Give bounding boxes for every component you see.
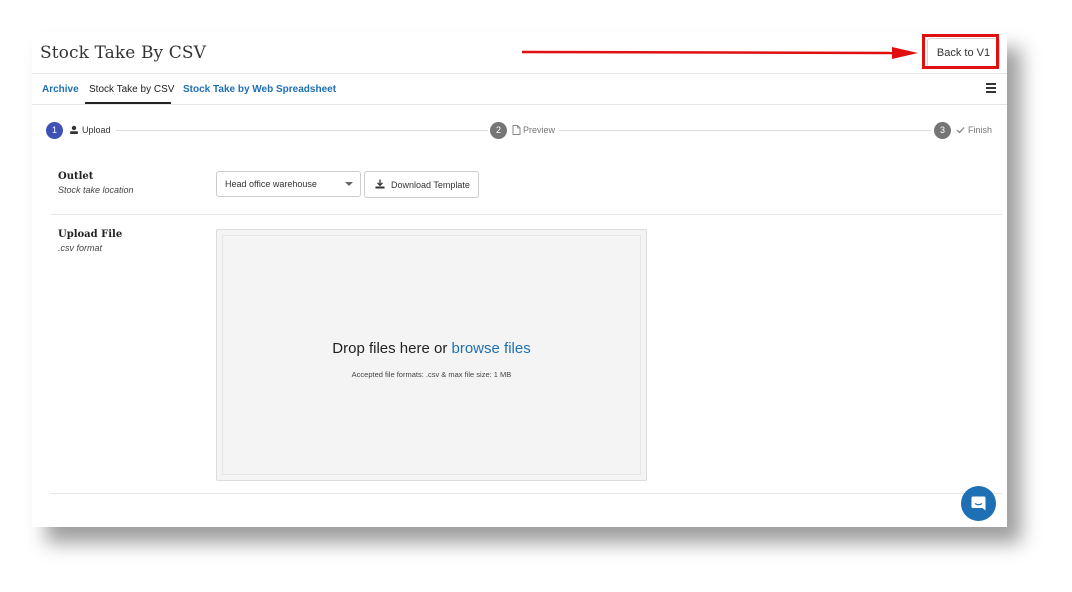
upload-icon (70, 125, 78, 134)
hamburger-menu-icon[interactable] (986, 83, 996, 93)
browse-files-link[interactable]: browse files (452, 340, 531, 357)
section-divider-bottom (50, 493, 1002, 494)
tab-stock-take-by-web-spreadsheet[interactable]: Stock Take by Web Spreadsheet (183, 84, 336, 95)
section-divider (50, 214, 1002, 215)
step-1-circle: 1 (46, 122, 63, 139)
tab-bar: Archive Stock Take by CSV Stock Take by … (32, 74, 1007, 105)
step-2-label: Preview (523, 125, 556, 135)
step-connector-2 (559, 130, 931, 131)
download-icon (375, 179, 385, 189)
chat-bubble-icon[interactable] (961, 486, 996, 521)
stepper: 1 Upload 2 Preview 3 Finish (32, 122, 1007, 142)
outlet-select[interactable]: Head office warehouse (216, 171, 361, 197)
app-window: Stock Take By CSV Back to V1 Archive Sto… (32, 32, 1007, 527)
step-3-circle: 3 (934, 122, 951, 139)
dropzone-prompt: Drop files here or browse files (217, 340, 646, 357)
download-template-button[interactable]: Download Template (364, 171, 479, 198)
upload-file-sublabel: .csv format (58, 243, 103, 253)
download-template-label: Download Template (391, 180, 470, 190)
file-dropzone[interactable]: Drop files here or browse files Accepted… (216, 229, 647, 481)
document-icon (512, 125, 521, 135)
accepted-formats-text: Accepted file formats: .csv & max file s… (351, 370, 512, 379)
outlet-label: Outlet (58, 171, 94, 182)
active-tab-indicator (85, 102, 171, 104)
annotation-arrow (522, 47, 918, 59)
step-connector-1 (116, 130, 488, 131)
check-icon (956, 127, 965, 134)
tab-stock-take-by-csv[interactable]: Stock Take by CSV (89, 84, 174, 95)
outlet-sublabel: Stock take location (58, 185, 134, 195)
step-3-label: Finish (968, 125, 993, 135)
upload-file-label: Upload File (58, 229, 123, 240)
step-2-circle: 2 (490, 122, 507, 139)
drop-files-text: Drop files here or (332, 340, 452, 357)
page-title: Stock Take By CSV (40, 43, 206, 63)
step-1-label: Upload (82, 125, 111, 135)
annotation-highlight-box (922, 34, 999, 69)
outlet-select-value: Head office warehouse (225, 179, 317, 189)
tab-archive[interactable]: Archive (42, 84, 79, 95)
chat-icon-glyph (971, 496, 986, 511)
chevron-down-icon (345, 182, 353, 186)
